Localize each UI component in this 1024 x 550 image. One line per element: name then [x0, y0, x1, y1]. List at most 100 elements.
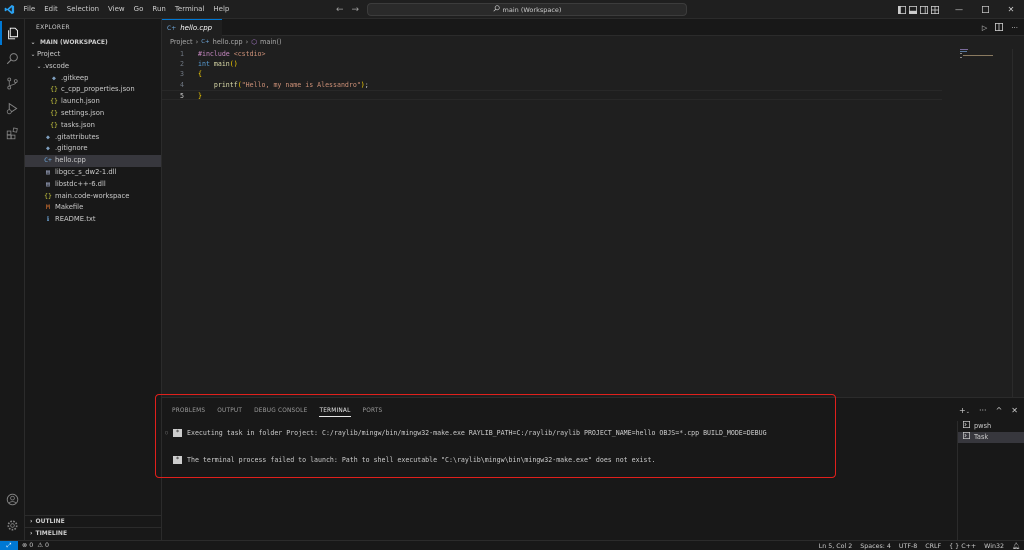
line-number: 4: [180, 80, 184, 89]
file-type-icon: {}: [50, 120, 58, 129]
minimap[interactable]: [960, 49, 1010, 59]
search-icon: [492, 5, 500, 14]
file-type-icon: ◆: [52, 73, 56, 82]
code-line[interactable]: 5}: [162, 89, 942, 100]
code-token: }: [198, 91, 202, 100]
chevron-right-icon: ›: [195, 38, 199, 46]
code-line[interactable]: 3{: [162, 69, 942, 79]
platform[interactable]: Win32: [980, 543, 1008, 550]
indentation[interactable]: Spaces: 4: [856, 543, 895, 550]
language-mode[interactable]: { } C++: [945, 543, 980, 550]
chevron-down-icon: ⌄: [30, 51, 36, 58]
split-editor-icon[interactable]: [995, 22, 1004, 33]
file-type-icon: C+: [44, 156, 52, 165]
file-tree-label: Makefile: [55, 203, 84, 212]
end-of-line[interactable]: CRLF: [921, 543, 945, 550]
code-text: {: [184, 69, 202, 79]
file-tree-item[interactable]: ▤ libgcc_s_dw2-1.dll: [25, 167, 161, 179]
file-tree: ⌄ Project ⌄ .vscode ◆ .gitkeep{} c_cpp_propert…: [25, 49, 161, 226]
back-arrow-icon[interactable]: ←: [336, 5, 344, 15]
maximize-panel-icon[interactable]: ^: [996, 406, 1003, 415]
file-tree-item[interactable]: {} c_cpp_properties.json: [25, 84, 161, 96]
outline-section[interactable]: › OUTLINE: [25, 515, 162, 527]
manage-gear-icon[interactable]: [0, 513, 25, 537]
timeline-section[interactable]: › TIMELINE: [25, 527, 162, 539]
encoding[interactable]: UTF-8: [895, 543, 921, 550]
menu-help[interactable]: Help: [209, 0, 234, 19]
customize-layout-icon[interactable]: [929, 0, 940, 19]
run-file-icon[interactable]: ▷: [982, 24, 987, 32]
file-tree-item[interactable]: {} tasks.json: [25, 120, 161, 132]
remote-icon[interactable]: ⤢: [0, 540, 18, 550]
workspace-title: MAIN (WORKSPACE): [40, 39, 108, 46]
file-tree-item[interactable]: ◆ .gitignore: [25, 143, 161, 155]
file-tree-item[interactable]: {} settings.json: [25, 108, 161, 120]
menu-view[interactable]: View: [104, 0, 130, 19]
menu-selection[interactable]: Selection: [62, 0, 103, 19]
more-actions-icon[interactable]: ···: [979, 406, 987, 415]
code-text: #include <cstdio>: [184, 49, 266, 59]
file-tree-item[interactable]: ◆ .gitkeep: [25, 73, 161, 85]
forward-arrow-icon[interactable]: →: [352, 5, 360, 15]
toggle-secondary-sidebar-icon[interactable]: [918, 0, 929, 19]
command-center-search[interactable]: main (Workspace): [367, 3, 687, 16]
file-tree-item[interactable]: ▤ libstdc++-6.dll: [25, 179, 161, 191]
notifications-bell-icon[interactable]: 🔔︎: [1008, 542, 1024, 550]
file-tree-label: README.txt: [55, 215, 96, 224]
editor-scrollbar[interactable]: [1012, 49, 1024, 397]
breadcrumb-item[interactable]: hello.cpp: [213, 36, 243, 49]
file-tree-item[interactable]: ⌄ .vscode: [25, 61, 161, 73]
file-tree-label: .gitkeep: [61, 73, 89, 82]
code-token: {: [198, 70, 202, 79]
breadcrumb-item[interactable]: Project: [170, 36, 193, 49]
explorer-icon[interactable]: [0, 21, 25, 45]
code-token: int: [198, 60, 214, 69]
file-tree-item[interactable]: ◆ .gitattributes: [25, 132, 161, 144]
menu-run[interactable]: Run: [148, 0, 170, 19]
file-type-icon: ◆: [46, 132, 50, 141]
extensions-icon[interactable]: [0, 121, 25, 145]
close-panel-icon[interactable]: ✕: [1011, 406, 1018, 415]
file-tree-item[interactable]: {} launch.json: [25, 96, 161, 108]
line-number: 5: [180, 91, 184, 100]
code-line[interactable]: 1 #include <cstdio>: [162, 49, 942, 59]
code-view[interactable]: 1 #include <cstdio> 2 int main() 3{4 printf(…: [162, 49, 942, 100]
problems-status[interactable]: ⊗ 0 ⚠ 0: [18, 542, 53, 549]
file-tree-label: settings.json: [61, 108, 105, 117]
close-window-icon[interactable]: ✕: [998, 0, 1024, 19]
menu-terminal[interactable]: Terminal: [170, 0, 209, 19]
minimize-icon[interactable]: —: [946, 0, 972, 19]
run-debug-icon[interactable]: [0, 96, 25, 120]
toggle-panel-icon[interactable]: [907, 0, 918, 19]
code-line[interactable]: 2 int main(): [162, 59, 942, 69]
code-line[interactable]: 4 printf("Hello, my name is Alessandro")…: [162, 80, 942, 90]
accounts-icon[interactable]: [0, 487, 25, 511]
more-actions-icon[interactable]: ···: [1011, 24, 1018, 32]
file-type-icon: ◆: [46, 144, 50, 153]
menu-edit[interactable]: Edit: [40, 0, 63, 19]
terminal-list-item[interactable]: pwsh: [958, 421, 1024, 432]
file-tree-item[interactable]: ⌄ Project: [25, 49, 161, 61]
maximize-icon[interactable]: [972, 0, 998, 19]
terminal-list-item[interactable]: Task: [958, 432, 1024, 443]
new-terminal-icon[interactable]: +⌄: [959, 406, 970, 415]
breadcrumb: Project › C+ hello.cpp › ⬡ main(): [162, 36, 1024, 49]
breadcrumb-item[interactable]: main(): [260, 36, 282, 49]
file-tree-item[interactable]: ℹ README.txt: [25, 214, 161, 226]
file-tree-item[interactable]: C+ hello.cpp: [25, 155, 161, 167]
file-type-icon: {}: [50, 97, 58, 106]
code-token: printf: [213, 80, 238, 89]
file-tree-item[interactable]: {} main.code-workspace: [25, 191, 161, 203]
toggle-primary-sidebar-icon[interactable]: [896, 0, 907, 19]
file-type-icon: M: [46, 203, 50, 212]
workspace-header[interactable]: ⌄ MAIN (WORKSPACE): [25, 37, 161, 49]
menu-go[interactable]: Go: [129, 0, 148, 19]
menu-file[interactable]: File: [19, 0, 40, 19]
tab-label: hello.cpp: [180, 24, 213, 32]
source-control-icon[interactable]: [0, 71, 25, 95]
cursor-position[interactable]: Ln 5, Col 2: [815, 543, 857, 550]
editor-tab-hello-cpp[interactable]: C+ hello.cpp: [162, 19, 222, 36]
search-view-icon[interactable]: [0, 46, 25, 70]
file-tree-label: launch.json: [61, 97, 100, 106]
file-tree-item[interactable]: M Makefile: [25, 202, 161, 214]
